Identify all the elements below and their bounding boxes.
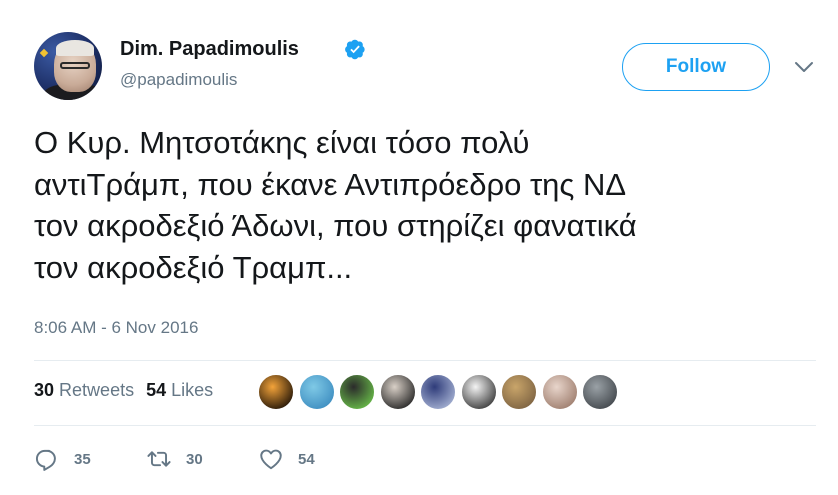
reply-button[interactable]: 35 [34,444,91,474]
likes-label: Likes [171,380,214,400]
chevron-down-icon[interactable] [793,58,815,76]
liker-avatar-5[interactable] [420,374,456,410]
likes-count: 54 [146,380,167,400]
liker-avatar-1[interactable] [258,374,294,410]
reply-icon [35,449,56,471]
retweet-icon [147,451,171,467]
retweets-count: 30 [34,380,55,400]
liker-avatar-7[interactable] [501,374,537,410]
heart-icon [260,449,282,470]
retweets-stat[interactable]: 30 Retweets [34,380,134,400]
retweets-label: Retweets [59,380,135,400]
tweet-timestamp[interactable]: 8:06 AM - 6 Nov 2016 [34,318,198,338]
tweet-text-line: τον ακροδεξιό Τραμπ... [34,249,353,285]
liker-avatar-9[interactable] [582,374,618,410]
verified-badge-icon [345,39,365,60]
tweet-text-line: αντιΤράμπ, που έκανε Αντιπρόεδρο της ΝΔ [34,166,627,202]
liker-avatar-4[interactable] [379,374,416,410]
liker-avatar-3[interactable] [339,374,375,410]
liker-avatar-8[interactable] [541,374,578,410]
tweet-text-line: τον ακροδεξιό Άδωνι, που στηρίζει φανατι… [34,208,637,243]
like-button[interactable]: 54 [258,444,315,474]
author-avatar[interactable] [34,32,102,100]
likes-stat[interactable]: 54 Likes [146,380,213,400]
author-name[interactable]: Dim. Papadimoulis [120,38,299,61]
liker-avatar-2[interactable] [298,374,335,410]
follow-button[interactable]: Follow [622,43,770,91]
author-handle[interactable]: @papadimoulis [120,70,237,90]
tweet-card: Dim. Papadimoulis @papadimoulis Follow Ο… [0,0,838,495]
divider [34,360,816,361]
liker-avatar-6[interactable] [460,374,497,410]
like-count: 54 [298,450,315,468]
tweet-stats: 30 Retweets 54 Likes [34,380,213,401]
reply-count: 35 [74,450,91,468]
tweet-text-line: Ο Κυρ. Μητσοτάκης είναι τόσο πολύ [34,125,530,160]
retweet-button[interactable]: 30 [146,444,203,474]
retweet-count: 30 [186,450,203,468]
divider [34,425,816,426]
tweet-text: Ο Κυρ. Μητσοτάκης είναι τόσο πολύ αντιΤρ… [34,122,824,288]
